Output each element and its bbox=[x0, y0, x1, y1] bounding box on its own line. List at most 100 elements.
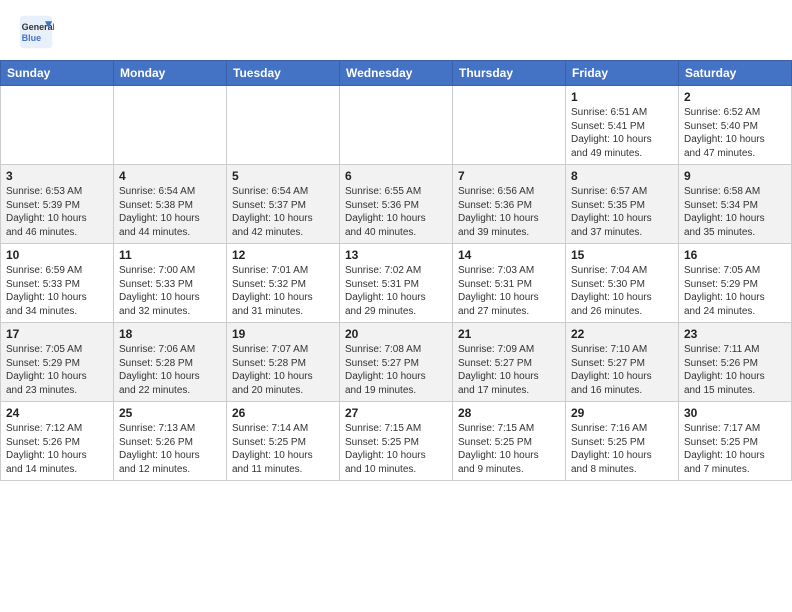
day-info: Sunrise: 7:10 AM Sunset: 5:27 PM Dayligh… bbox=[571, 343, 673, 397]
day-cell: 7 Sunrise: 6:56 AM Sunset: 5:36 PM Daylig… bbox=[453, 165, 566, 244]
day-cell: 26Sunrise: 7:14 AM Sunset: 5:25 PM Dayli… bbox=[227, 402, 340, 481]
day-info: Sunrise: 6:56 AM Sunset: 5:36 PM Dayligh… bbox=[458, 185, 560, 239]
day-info: Sunrise: 7:09 AM Sunset: 5:27 PM Dayligh… bbox=[458, 343, 560, 397]
header: General Blue bbox=[0, 0, 792, 56]
day-number: 14 bbox=[458, 248, 560, 262]
day-cell: 1 Sunrise: 6:51 AM Sunset: 5:41 PM Daylig… bbox=[566, 86, 679, 165]
day-number: 29 bbox=[571, 406, 673, 420]
weekday-header-tuesday: Tuesday bbox=[227, 61, 340, 86]
day-number: 16 bbox=[684, 248, 786, 262]
day-info: Sunrise: 6:58 AM Sunset: 5:34 PM Dayligh… bbox=[684, 185, 786, 239]
day-number: 22 bbox=[571, 327, 673, 341]
day-number: 19 bbox=[232, 327, 334, 341]
day-number: 10 bbox=[6, 248, 108, 262]
day-info: Sunrise: 7:15 AM Sunset: 5:25 PM Dayligh… bbox=[345, 422, 447, 476]
day-cell: 30 Sunrise: 7:17 AM Sunset: 5:25 PM Dayli… bbox=[679, 402, 792, 481]
day-number: 6 bbox=[345, 169, 447, 183]
day-info: Sunrise: 6:55 AM Sunset: 5:36 PM Dayligh… bbox=[345, 185, 447, 239]
day-cell: 28Sunrise: 7:15 AM Sunset: 5:25 PM Dayli… bbox=[453, 402, 566, 481]
day-cell: 25 Sunrise: 7:13 AM Sunset: 5:26 PM Dayli… bbox=[114, 402, 227, 481]
day-info: Sunrise: 7:13 AM Sunset: 5:26 PM Dayligh… bbox=[119, 422, 221, 476]
day-info: Sunrise: 7:05 AM Sunset: 5:29 PM Dayligh… bbox=[6, 343, 108, 397]
day-info: Sunrise: 7:14 AM Sunset: 5:25 PM Dayligh… bbox=[232, 422, 334, 476]
day-info: Sunrise: 6:54 AM Sunset: 5:37 PM Dayligh… bbox=[232, 185, 334, 239]
day-cell: 18 Sunrise: 7:06 AM Sunset: 5:28 PM Dayli… bbox=[114, 323, 227, 402]
day-cell: 3 Sunrise: 6:53 AM Sunset: 5:39 PM Daylig… bbox=[1, 165, 114, 244]
weekday-header-saturday: Saturday bbox=[679, 61, 792, 86]
day-info: Sunrise: 7:12 AM Sunset: 5:26 PM Dayligh… bbox=[6, 422, 108, 476]
day-cell bbox=[340, 86, 453, 165]
day-info: Sunrise: 7:15 AM Sunset: 5:25 PM Dayligh… bbox=[458, 422, 560, 476]
day-cell bbox=[114, 86, 227, 165]
day-info: Sunrise: 7:17 AM Sunset: 5:25 PM Dayligh… bbox=[684, 422, 786, 476]
day-number: 11 bbox=[119, 248, 221, 262]
day-cell: 29 Sunrise: 7:16 AM Sunset: 5:25 PM Dayli… bbox=[566, 402, 679, 481]
day-info: Sunrise: 6:53 AM Sunset: 5:39 PM Dayligh… bbox=[6, 185, 108, 239]
day-number: 5 bbox=[232, 169, 334, 183]
logo-area: General Blue bbox=[18, 14, 58, 50]
day-number: 20 bbox=[345, 327, 447, 341]
day-number: 27 bbox=[345, 406, 447, 420]
week-row-2: 3 Sunrise: 6:53 AM Sunset: 5:39 PM Daylig… bbox=[1, 165, 792, 244]
day-number: 13 bbox=[345, 248, 447, 262]
day-number: 8 bbox=[571, 169, 673, 183]
day-number: 9 bbox=[684, 169, 786, 183]
svg-text:Blue: Blue bbox=[22, 33, 42, 43]
day-cell bbox=[453, 86, 566, 165]
day-cell: 8 Sunrise: 6:57 AM Sunset: 5:35 PM Daylig… bbox=[566, 165, 679, 244]
day-number: 23 bbox=[684, 327, 786, 341]
day-info: Sunrise: 7:11 AM Sunset: 5:26 PM Dayligh… bbox=[684, 343, 786, 397]
day-info: Sunrise: 6:51 AM Sunset: 5:41 PM Dayligh… bbox=[571, 106, 673, 160]
day-info: Sunrise: 7:16 AM Sunset: 5:25 PM Dayligh… bbox=[571, 422, 673, 476]
day-cell: 4 Sunrise: 6:54 AM Sunset: 5:38 PM Daylig… bbox=[114, 165, 227, 244]
day-number: 25 bbox=[119, 406, 221, 420]
day-info: Sunrise: 7:02 AM Sunset: 5:31 PM Dayligh… bbox=[345, 264, 447, 318]
day-cell: 20 Sunrise: 7:08 AM Sunset: 5:27 PM Dayli… bbox=[340, 323, 453, 402]
day-info: Sunrise: 7:07 AM Sunset: 5:28 PM Dayligh… bbox=[232, 343, 334, 397]
day-info: Sunrise: 6:57 AM Sunset: 5:35 PM Dayligh… bbox=[571, 185, 673, 239]
day-cell: 19 Sunrise: 7:07 AM Sunset: 5:28 PM Dayli… bbox=[227, 323, 340, 402]
day-cell: 16 Sunrise: 7:05 AM Sunset: 5:29 PM Dayli… bbox=[679, 244, 792, 323]
weekday-header-wednesday: Wednesday bbox=[340, 61, 453, 86]
day-info: Sunrise: 6:54 AM Sunset: 5:38 PM Dayligh… bbox=[119, 185, 221, 239]
day-number: 3 bbox=[6, 169, 108, 183]
week-row-5: 24Sunrise: 7:12 AM Sunset: 5:26 PM Dayli… bbox=[1, 402, 792, 481]
weekday-header-row: SundayMondayTuesdayWednesdayThursdayFrid… bbox=[1, 61, 792, 86]
day-number: 4 bbox=[119, 169, 221, 183]
calendar: SundayMondayTuesdayWednesdayThursdayFrid… bbox=[0, 60, 792, 481]
day-cell: 10 Sunrise: 6:59 AM Sunset: 5:33 PM Dayli… bbox=[1, 244, 114, 323]
day-info: Sunrise: 7:04 AM Sunset: 5:30 PM Dayligh… bbox=[571, 264, 673, 318]
day-info: Sunrise: 7:06 AM Sunset: 5:28 PM Dayligh… bbox=[119, 343, 221, 397]
day-number: 17 bbox=[6, 327, 108, 341]
day-number: 12 bbox=[232, 248, 334, 262]
day-cell bbox=[1, 86, 114, 165]
day-info: Sunrise: 7:05 AM Sunset: 5:29 PM Dayligh… bbox=[684, 264, 786, 318]
day-cell: 23 Sunrise: 7:11 AM Sunset: 5:26 PM Dayli… bbox=[679, 323, 792, 402]
day-cell: 27 Sunrise: 7:15 AM Sunset: 5:25 PM Dayli… bbox=[340, 402, 453, 481]
day-cell: 13 Sunrise: 7:02 AM Sunset: 5:31 PM Dayli… bbox=[340, 244, 453, 323]
day-cell: 12 Sunrise: 7:01 AM Sunset: 5:32 PM Dayli… bbox=[227, 244, 340, 323]
day-cell: 2 Sunrise: 6:52 AM Sunset: 5:40 PM Daylig… bbox=[679, 86, 792, 165]
weekday-header-thursday: Thursday bbox=[453, 61, 566, 86]
day-cell bbox=[227, 86, 340, 165]
day-number: 2 bbox=[684, 90, 786, 104]
day-info: Sunrise: 7:08 AM Sunset: 5:27 PM Dayligh… bbox=[345, 343, 447, 397]
weekday-header-sunday: Sunday bbox=[1, 61, 114, 86]
day-cell: 22 Sunrise: 7:10 AM Sunset: 5:27 PM Dayli… bbox=[566, 323, 679, 402]
day-number: 21 bbox=[458, 327, 560, 341]
week-row-4: 17 Sunrise: 7:05 AM Sunset: 5:29 PM Dayli… bbox=[1, 323, 792, 402]
week-row-1: 1 Sunrise: 6:51 AM Sunset: 5:41 PM Daylig… bbox=[1, 86, 792, 165]
day-cell: 14Sunrise: 7:03 AM Sunset: 5:31 PM Dayli… bbox=[453, 244, 566, 323]
day-cell: 6 Sunrise: 6:55 AM Sunset: 5:36 PM Daylig… bbox=[340, 165, 453, 244]
page: General Blue SundayMondayTuesdayWednesda… bbox=[0, 0, 792, 612]
day-info: Sunrise: 7:01 AM Sunset: 5:32 PM Dayligh… bbox=[232, 264, 334, 318]
day-number: 7 bbox=[458, 169, 560, 183]
day-number: 1 bbox=[571, 90, 673, 104]
day-info: Sunrise: 6:52 AM Sunset: 5:40 PM Dayligh… bbox=[684, 106, 786, 160]
day-number: 18 bbox=[119, 327, 221, 341]
day-number: 30 bbox=[684, 406, 786, 420]
day-info: Sunrise: 6:59 AM Sunset: 5:33 PM Dayligh… bbox=[6, 264, 108, 318]
week-row-3: 10 Sunrise: 6:59 AM Sunset: 5:33 PM Dayli… bbox=[1, 244, 792, 323]
day-cell: 17 Sunrise: 7:05 AM Sunset: 5:29 PM Dayli… bbox=[1, 323, 114, 402]
day-cell: 21 Sunrise: 7:09 AM Sunset: 5:27 PM Dayli… bbox=[453, 323, 566, 402]
